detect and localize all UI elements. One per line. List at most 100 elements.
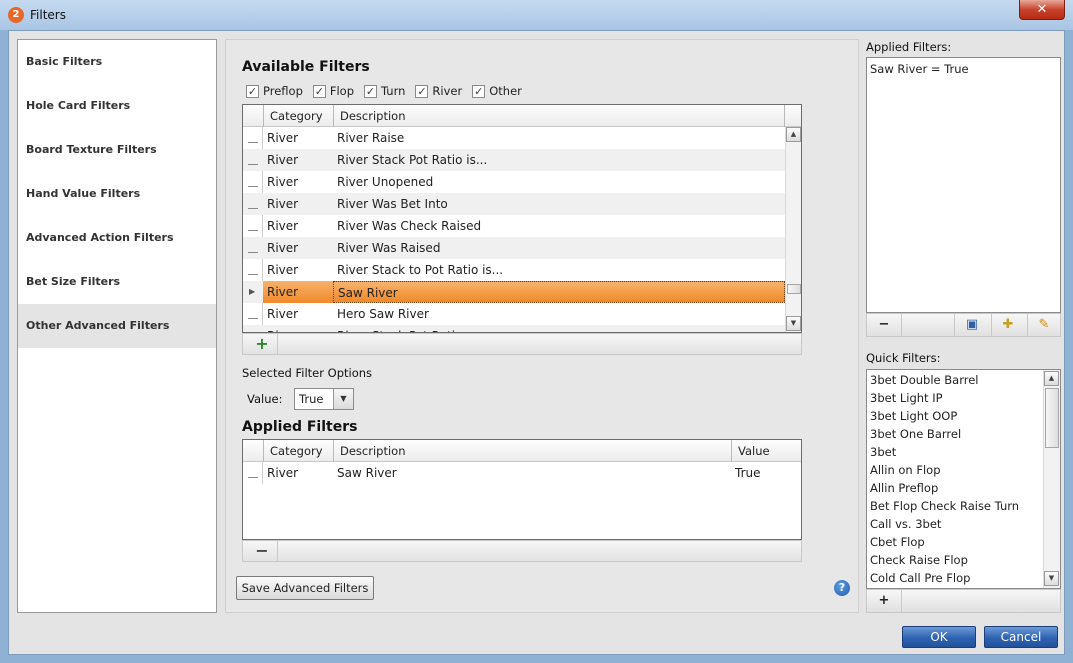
remove-filter-button[interactable]: − xyxy=(251,541,273,561)
add-quick-filter-button[interactable]: + xyxy=(867,591,901,611)
add-filter-button[interactable]: + xyxy=(251,334,273,354)
scroll-thumb[interactable] xyxy=(1045,388,1059,448)
quick-filters-list[interactable]: 3bet Double Barrel 3bet Light IP 3bet Ligh… xyxy=(866,369,1061,589)
vertical-scrollbar[interactable]: ▲ ▼ xyxy=(1043,370,1060,588)
applied-filters-label: Applied Filters: xyxy=(866,40,952,54)
table-row-selected[interactable]: ▶ River Saw River xyxy=(243,281,785,303)
checkmark-icon: ✓ xyxy=(312,84,326,98)
app-logo-icon: 2 xyxy=(8,7,24,23)
table-row[interactable]: RiverRiver Stack Pot Ratio xyxy=(243,325,785,332)
list-item[interactable]: 3bet Light IP xyxy=(867,389,1042,407)
list-item[interactable]: 3bet One Barrel xyxy=(867,425,1042,443)
save-advanced-filters-button[interactable]: Save Advanced Filters xyxy=(236,576,374,600)
list-item[interactable]: Allin Preflop xyxy=(867,479,1042,497)
window-title: Filters xyxy=(30,8,66,22)
category-cell: River xyxy=(267,263,299,277)
sidebar-item-other-advanced-filters[interactable]: Other Advanced Filters xyxy=(18,304,216,348)
description-cell: Saw River xyxy=(333,281,785,303)
scroll-down-icon[interactable]: ▼ xyxy=(1044,571,1059,586)
row-pointer-icon: ▶ xyxy=(249,287,256,296)
checkbox-preflop[interactable]: ✓ Preflop xyxy=(246,84,303,98)
column-header-category[interactable]: Category xyxy=(263,105,333,127)
remove-applied-button[interactable]: − xyxy=(867,315,901,335)
available-filters-toolbar: + xyxy=(242,333,802,355)
table-row[interactable]: River River Stack to Pot Ratio is... xyxy=(243,259,785,281)
table-row[interactable]: River River Was Check Raised xyxy=(243,215,785,237)
sidebar-item-hole-card-filters[interactable]: Hole Card Filters xyxy=(18,84,216,128)
available-filters-heading: Available Filters xyxy=(242,59,370,75)
list-item[interactable]: 3bet xyxy=(867,443,1042,461)
column-header-description[interactable]: Description xyxy=(333,105,785,127)
list-item[interactable]: Cbet Flop xyxy=(867,533,1042,551)
applied-filters-heading: Applied Filters xyxy=(242,419,358,435)
applied-filter-expression: Saw River = True xyxy=(870,62,969,76)
toolbar-divider xyxy=(277,334,278,354)
table-row[interactable]: River River Was Raised xyxy=(243,237,785,259)
category-cell: River xyxy=(267,197,299,211)
sidebar-item-advanced-action-filters[interactable]: Advanced Action Filters xyxy=(18,216,216,260)
street-checkboxes: ✓ Preflop ✓ Flop ✓ Turn ✓ River ✓ Other xyxy=(246,82,532,100)
selected-filter-options-label: Selected Filter Options xyxy=(242,366,373,380)
scroll-thumb[interactable] xyxy=(787,284,801,294)
applied-description-cell: Saw River xyxy=(337,466,397,480)
scroll-up-icon[interactable]: ▲ xyxy=(1044,371,1059,386)
list-item[interactable]: Allin on Flop xyxy=(867,461,1042,479)
category-cell: River xyxy=(263,325,333,332)
list-item[interactable]: Check Raise Flop xyxy=(867,551,1042,569)
grid-header: Category Description xyxy=(243,105,801,127)
scroll-up-icon[interactable]: ▲ xyxy=(786,127,801,142)
value-dropdown-selected: True xyxy=(299,392,324,406)
table-row[interactable]: River River Stack Pot Ratio is... xyxy=(243,149,785,171)
value-dropdown[interactable]: True ▼ xyxy=(294,388,354,410)
quick-filters-label: Quick Filters: xyxy=(866,351,941,365)
column-header-value[interactable]: Value xyxy=(731,440,801,462)
applied-filters-text-box[interactable]: Saw River = True xyxy=(866,57,1061,313)
checkmark-icon: ✓ xyxy=(246,84,259,98)
description-cell: River Stack Pot Ratio xyxy=(333,325,785,332)
applied-filters-tools: − ▣ ✚ ✎ xyxy=(866,313,1061,337)
description-cell: River Was Raised xyxy=(337,241,441,255)
checkbox-other[interactable]: ✓ Other xyxy=(472,84,522,98)
checkbox-river[interactable]: ✓ River xyxy=(415,84,462,98)
applied-category-cell: River xyxy=(267,466,299,480)
description-cell: River Stack to Pot Ratio is... xyxy=(337,263,504,277)
table-row[interactable]: River River Unopened xyxy=(243,171,785,193)
toolbar-divider xyxy=(277,541,278,561)
pencil-icon[interactable]: ✎ xyxy=(1027,315,1061,335)
description-cell: River Unopened xyxy=(337,175,434,189)
save-icon[interactable]: ▣ xyxy=(955,315,989,335)
sidebar-item-bet-size-filters[interactable]: Bet Size Filters xyxy=(18,260,216,304)
applied-filters-toolbar: − xyxy=(242,540,802,562)
list-item[interactable]: Call vs. 3bet xyxy=(867,515,1042,533)
scroll-down-icon[interactable]: ▼ xyxy=(786,316,801,331)
checkbox-flop[interactable]: ✓ Flop xyxy=(312,84,354,98)
sidebar-item-basic-filters[interactable]: Basic Filters xyxy=(18,40,216,84)
list-item[interactable]: 3bet Light OOP xyxy=(867,407,1042,425)
chevron-down-icon[interactable]: ▼ xyxy=(333,389,353,409)
vertical-scrollbar[interactable]: ▲ ▼ xyxy=(785,127,801,332)
category-cell: River xyxy=(267,307,299,321)
filter-editor-panel: Available Filters ✓ Preflop ✓ Flop ✓ Turn ✓… xyxy=(225,39,859,613)
column-header-description[interactable]: Description xyxy=(333,440,731,462)
list-item[interactable]: 3bet Double Barrel xyxy=(867,371,1042,389)
category-cell: River xyxy=(263,281,333,303)
close-button[interactable]: ✕ xyxy=(1019,0,1065,20)
list-item[interactable]: Bet Flop Check Raise Turn xyxy=(867,497,1042,515)
table-row[interactable]: River Hero Saw River xyxy=(243,303,785,325)
list-item[interactable]: Cold Call Pre Flop xyxy=(867,569,1042,587)
help-icon[interactable]: ? xyxy=(834,580,850,596)
column-header-category[interactable]: Category xyxy=(263,440,333,462)
description-cell: River Was Bet Into xyxy=(337,197,448,211)
sidebar-item-board-texture-filters[interactable]: Board Texture Filters xyxy=(18,128,216,172)
table-row[interactable]: River Saw River True xyxy=(243,462,801,484)
table-row[interactable]: River River Was Bet Into xyxy=(243,193,785,215)
ok-button[interactable]: OK xyxy=(902,626,976,648)
category-cell: River xyxy=(267,241,299,255)
sidebar-item-hand-value-filters[interactable]: Hand Value Filters xyxy=(18,172,216,216)
dialog-body: Basic Filters Hole Card Filters Board Te… xyxy=(8,30,1065,655)
checkbox-turn[interactable]: ✓ Turn xyxy=(364,84,405,98)
cancel-button[interactable]: Cancel xyxy=(984,626,1058,648)
table-row[interactable]: River River Raise xyxy=(243,127,785,149)
checkmark-icon: ✓ xyxy=(472,84,486,98)
add-to-quick-filters-icon[interactable]: ✚ xyxy=(991,315,1025,335)
